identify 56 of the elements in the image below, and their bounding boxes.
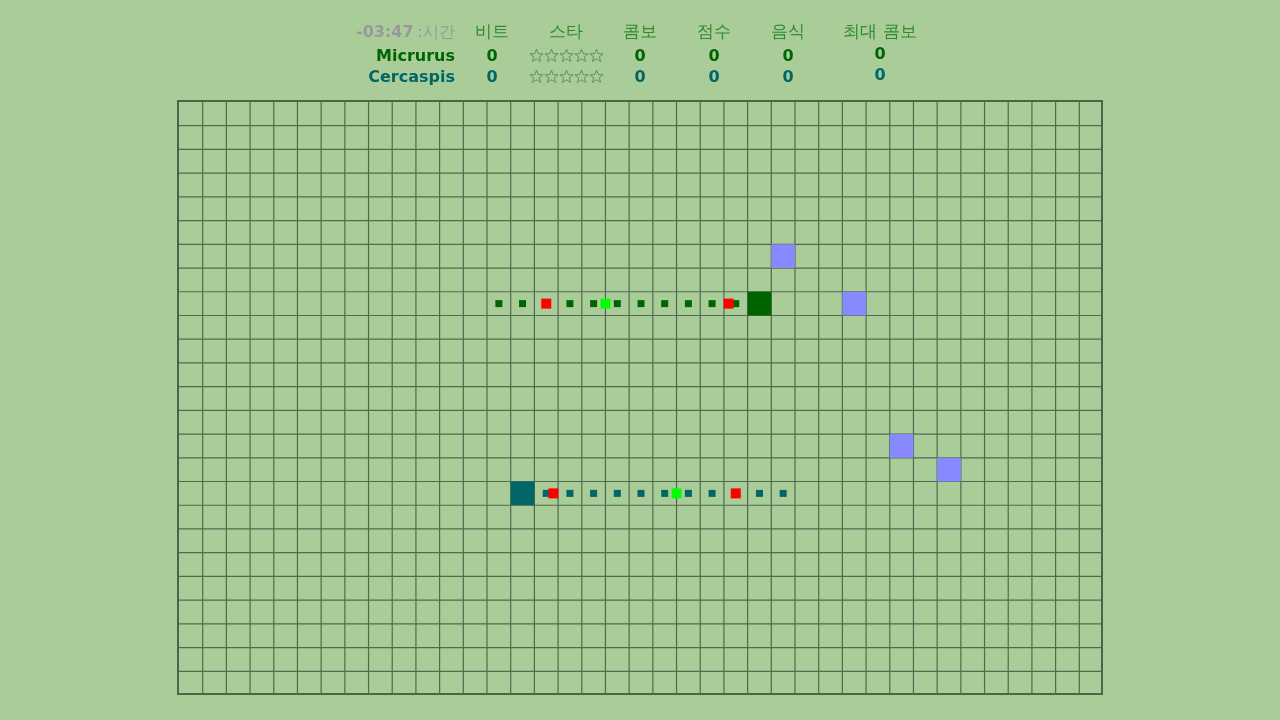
snake-segment: [637, 489, 645, 497]
food-square: [889, 434, 914, 458]
player-name: Cercaspis: [368, 65, 455, 88]
column-header: 스타: [549, 20, 583, 44]
star-icon: [528, 69, 544, 84]
snake-segment: [613, 300, 621, 308]
player-name: Micrurus: [376, 44, 455, 67]
food-square: [937, 457, 961, 482]
snake-segment: [590, 489, 598, 497]
star-icon: [588, 69, 604, 84]
score-value: 0: [708, 44, 720, 67]
beat-marker: [730, 488, 741, 499]
snake-segment: [708, 489, 716, 497]
snake-segment: [684, 489, 692, 497]
star-icon: [573, 48, 589, 63]
snake-segment: [661, 489, 669, 497]
star-icon: [558, 69, 574, 84]
snake-segment: [755, 489, 763, 497]
score-value: 0: [708, 65, 720, 88]
food-square: [771, 244, 795, 269]
column-header: 음식: [771, 20, 805, 44]
combo-value: 0: [634, 65, 646, 88]
food-square: [842, 291, 867, 316]
star-icon: [558, 48, 574, 63]
beat-marker: [541, 298, 552, 309]
snake-segment: [566, 300, 574, 308]
beat-marker: [600, 298, 611, 309]
combo-value: 0: [634, 44, 646, 67]
star-icon: [543, 48, 559, 63]
snake-segment: [590, 300, 598, 308]
beat-value: 0: [486, 65, 498, 88]
snake-segment: [613, 489, 621, 497]
max-combo-value: 0: [874, 43, 886, 65]
food-value: 0: [782, 44, 794, 67]
snake-segment: [566, 489, 574, 497]
snake-segment: [708, 300, 716, 308]
star-icon: [528, 48, 544, 63]
snake-segment: [684, 300, 692, 308]
star-icon: [573, 69, 589, 84]
column-header: 콤보: [623, 20, 657, 44]
max-combo-value: 0: [874, 64, 886, 86]
snake-segment: [495, 300, 503, 308]
snake-segment: [779, 489, 787, 497]
beat-marker: [548, 488, 559, 499]
snake-segment: [661, 300, 669, 308]
star-icon: [588, 48, 604, 63]
snake-segment: [519, 300, 527, 308]
column-header: 비트: [475, 20, 509, 44]
star-icon: [543, 69, 559, 84]
food-value: 0: [782, 65, 794, 88]
beat-marker: [723, 298, 734, 309]
beat-value: 0: [486, 44, 498, 67]
column-header: 점수: [697, 20, 731, 44]
snake-segment: [637, 300, 645, 308]
beat-marker: [671, 488, 682, 499]
column-header: 최대 콤보: [843, 20, 917, 44]
